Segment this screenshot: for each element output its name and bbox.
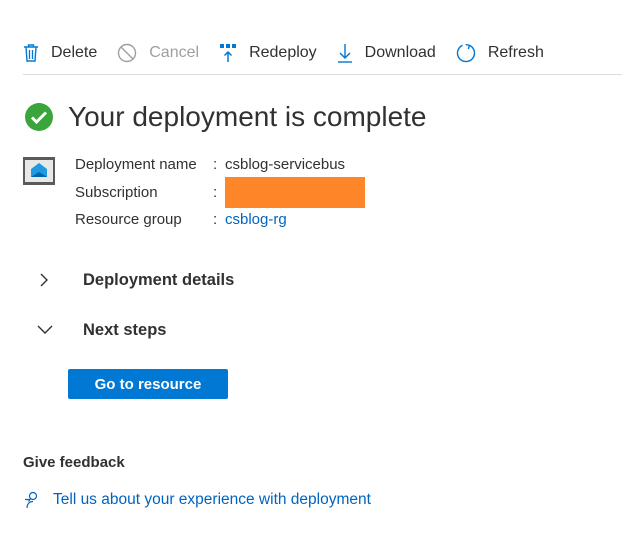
delete-label: Delete <box>51 44 98 61</box>
success-check-icon <box>25 103 53 131</box>
cancel-button[interactable]: Cancel <box>117 38 199 68</box>
chevron-down-icon <box>37 325 53 334</box>
separator: : <box>213 183 218 201</box>
resource-group-link[interactable]: csblog-rg <box>225 211 287 228</box>
feedback-link-label: Tell us about your experience with deplo… <box>53 491 371 508</box>
download-label: Download <box>364 44 436 61</box>
separator: : <box>213 156 218 174</box>
subscription-redaction <box>225 177 365 209</box>
go-to-resource-button[interactable]: Go to resource <box>68 369 228 399</box>
deployment-name-value: csblog-servicebus <box>225 156 346 174</box>
feedback-icon <box>25 491 38 509</box>
redeploy-label: Redeploy <box>249 44 317 61</box>
command-bar: Delete Cancel Redeploy Download Refresh <box>23 38 622 75</box>
cancel-icon <box>118 43 137 63</box>
refresh-label: Refresh <box>487 44 544 61</box>
feedback-link[interactable]: Tell us about your experience with deplo… <box>24 491 371 509</box>
redeploy-button[interactable]: Redeploy <box>219 38 317 68</box>
feedback-title: Give feedback <box>23 454 125 471</box>
deployment-name-label: Deployment name <box>75 156 197 174</box>
download-button[interactable]: Download <box>337 38 436 68</box>
refresh-button[interactable]: Refresh <box>456 38 544 68</box>
trash-icon <box>24 44 38 62</box>
page-header: Your deployment is complete <box>24 100 427 134</box>
next-steps-toggle[interactable]: Next steps <box>36 320 166 340</box>
cancel-label: Cancel <box>149 44 200 61</box>
next-steps-label: Next steps <box>83 320 167 339</box>
redeploy-icon <box>220 44 237 62</box>
delete-button[interactable]: Delete <box>23 38 97 68</box>
page-title: Your deployment is complete <box>68 101 427 132</box>
chevron-right-icon <box>40 273 48 287</box>
deployment-details-toggle[interactable]: Deployment details <box>36 270 234 290</box>
subscription-row: Subscription : <box>75 177 365 209</box>
deployment-info: Deployment name : csblog-servicebus Subs… <box>75 151 365 234</box>
deployment-details-label: Deployment details <box>83 270 235 289</box>
resource-group-label: Resource group <box>75 211 182 229</box>
separator: : <box>213 211 218 229</box>
deployment-name-row: Deployment name : csblog-servicebus <box>75 151 365 179</box>
subscription-label: Subscription <box>75 183 158 201</box>
deployment-icon <box>23 157 55 185</box>
resource-group-row: Resource group : csblog-rg <box>75 206 365 234</box>
download-icon <box>337 44 352 63</box>
refresh-icon <box>456 43 476 63</box>
